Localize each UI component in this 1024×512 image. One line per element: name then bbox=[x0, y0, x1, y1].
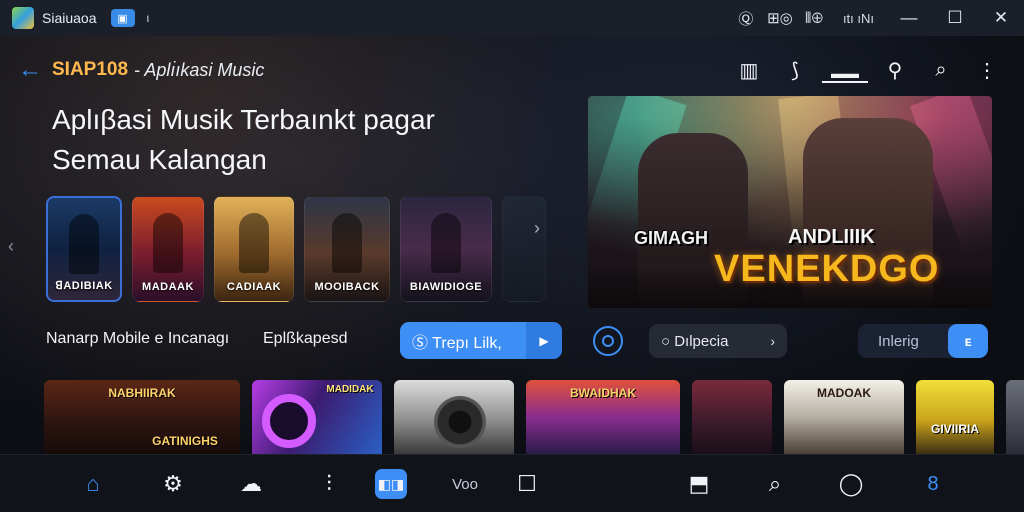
album-cover[interactable]: MADAAK bbox=[132, 196, 204, 302]
banner-text-left: GIMAGH bbox=[634, 228, 708, 248]
category-dropdown[interactable]: ○ Dılpecia › bbox=[649, 324, 787, 358]
content-tile[interactable] bbox=[394, 380, 514, 454]
help-icon[interactable]: Ⓠ bbox=[729, 0, 763, 36]
content-tile[interactable]: GIVIIRIA bbox=[916, 380, 994, 454]
more-icon[interactable]: ⋮ bbox=[964, 58, 1010, 83]
close-button[interactable]: ✕ bbox=[978, 0, 1024, 36]
featured-banner[interactable]: GIMAGH ANDLIIIK VENEKDGO bbox=[588, 96, 992, 308]
title-status-text: ıtı ıNı bbox=[842, 10, 874, 26]
home-icon[interactable]: ⌂ bbox=[70, 455, 116, 512]
share-icon[interactable]: ⬒ bbox=[676, 455, 722, 512]
carousel-prev-icon[interactable]: ‹ bbox=[8, 236, 14, 257]
screens-icon[interactable]: ◧◨ bbox=[375, 469, 407, 499]
title-small-text: ι bbox=[146, 11, 150, 25]
section-label-explore[interactable]: Eplßkapesd bbox=[263, 330, 348, 348]
back-arrow-icon[interactable]: ← bbox=[18, 56, 46, 84]
album-caption: ꓭADIBIAK bbox=[55, 280, 113, 292]
app-logo bbox=[12, 7, 34, 29]
album-cover[interactable]: BIAWIDIOGE bbox=[400, 196, 492, 302]
bottom-navigation: ⌂ ⚙ ☁ ⫶ ◧◨ Voo ☐ ⬒ ⌕ ◯ 8 bbox=[0, 454, 1024, 512]
search-icon[interactable]: ⌕ bbox=[752, 455, 798, 512]
tile-caption: MADOAK bbox=[817, 386, 871, 400]
search-icon[interactable]: ⌕ bbox=[918, 59, 964, 82]
minimize-button[interactable]: — bbox=[886, 0, 932, 36]
headline-line-2: Semau Kalangan bbox=[52, 144, 267, 175]
integration-label: Inlerig bbox=[878, 332, 919, 350]
vod-label[interactable]: Voo bbox=[440, 455, 490, 512]
menu-lines-icon[interactable]: ▬▬ bbox=[822, 57, 868, 83]
album-caption: CADIAAK bbox=[226, 281, 282, 293]
brand-name: SIAP108 bbox=[52, 59, 129, 80]
content-tiles-row: NABHIIRAK GATINIGHS MADIDAK BWAIDHAK MAD… bbox=[44, 380, 1024, 454]
integration-button[interactable]: ᴇ bbox=[948, 324, 988, 358]
tile-subcaption: GATINIGHS bbox=[152, 434, 218, 448]
primary-action-label: Ⓢ Trepı Lilk, bbox=[412, 334, 502, 352]
album-caption: MOOIBACK bbox=[314, 281, 380, 293]
page-headline: Aplıβasi Musik Terbaınkt pagar Semau Kal… bbox=[52, 100, 532, 180]
album-caption: MADAAK bbox=[142, 281, 194, 293]
microphone-icon[interactable]: ⫶ bbox=[306, 455, 352, 512]
carousel-next-icon[interactable]: › bbox=[534, 218, 540, 239]
content-tile[interactable]: MADOAK bbox=[784, 380, 904, 454]
main-content: ← SIAP108 - Aplı̇ıkasi Music ▥ ⟆ ▬▬ ⚲ ⌕ … bbox=[0, 36, 1024, 454]
location-icon[interactable]: ⚲ bbox=[872, 58, 918, 83]
tile-caption: MADIDAK bbox=[326, 384, 374, 395]
content-tile[interactable]: BWAIDHAK bbox=[526, 380, 680, 454]
headline-line-1: Aplıβasi Musik Terbaınkt pagar bbox=[52, 104, 435, 135]
album-caption: BIAWIDIOGE bbox=[409, 281, 483, 293]
section-label-mobile: Nanarp Mobile e Incanagı bbox=[46, 330, 230, 347]
controls-row: Nanarp Mobile e Incanagı Eplßkapesd Ⓢ Tr… bbox=[0, 322, 1024, 362]
circle-icon[interactable]: ◯ bbox=[828, 455, 874, 512]
app-header: ← SIAP108 - Aplı̇ıkasi Music ▥ ⟆ ▬▬ ⚲ ⌕ … bbox=[0, 50, 1024, 90]
link-icon[interactable]: 8 bbox=[910, 455, 956, 512]
keyboard-icon[interactable]: ⊞◎ bbox=[763, 0, 797, 36]
tools-icon[interactable]: ⟆ bbox=[772, 58, 818, 83]
header-subtitle: - Aplı̇ıkasi Music bbox=[134, 59, 265, 80]
settings-icon[interactable]: ⚙ bbox=[150, 455, 196, 512]
integration-control[interactable]: Inlerig ᴇ bbox=[858, 324, 988, 358]
chevron-right-icon: › bbox=[770, 333, 775, 349]
maximize-button[interactable]: ☐ bbox=[932, 0, 978, 36]
banner-text-right: ANDLIIIK bbox=[788, 226, 875, 248]
content-tile[interactable]: MADIDAK bbox=[252, 380, 382, 454]
library-icon[interactable]: ▥ bbox=[726, 58, 772, 83]
cloud-icon[interactable]: ☁ bbox=[228, 455, 274, 512]
play-icon[interactable]: ▶ bbox=[526, 322, 562, 359]
album-cover[interactable] bbox=[502, 196, 546, 302]
tile-caption: BWAIDHAK bbox=[570, 386, 636, 400]
category-label: ○ Dılpecia bbox=[661, 332, 729, 350]
content-tile[interactable] bbox=[692, 380, 772, 454]
primary-action-button[interactable]: Ⓢ Trepı Lilk, ▶ bbox=[400, 322, 562, 359]
gamepad-icon[interactable]: ▣ bbox=[110, 9, 135, 27]
target-icon[interactable] bbox=[593, 326, 623, 356]
banner-title: VENEKDGO bbox=[714, 248, 940, 290]
tile-caption: NABHIIRAK bbox=[108, 386, 176, 400]
album-cover[interactable]: CADIAAK bbox=[214, 196, 294, 302]
album-cover[interactable]: MOOIBACK bbox=[304, 196, 390, 302]
content-tile[interactable] bbox=[1006, 380, 1024, 454]
record-icon[interactable]: ⦀⊕ bbox=[797, 0, 831, 36]
tile-caption: GIVIIRIA bbox=[930, 422, 979, 436]
album-cover[interactable]: ꓭADIBIAK bbox=[46, 196, 122, 302]
title-bar: Siaiuaoa ▣ ι Ⓠ ⊞◎ ⦀⊕ ıtı ıNı — ☐ ✕ bbox=[0, 0, 1024, 36]
content-tile[interactable]: NABHIIRAK GATINIGHS bbox=[44, 380, 240, 454]
app-name: Siaiuaoa bbox=[42, 10, 97, 26]
window-icon[interactable]: ☐ bbox=[504, 455, 550, 512]
album-carousel: ꓭADIBIAK MADAAK CADIAAK MOOIBACK BIAWIDI… bbox=[46, 196, 546, 302]
